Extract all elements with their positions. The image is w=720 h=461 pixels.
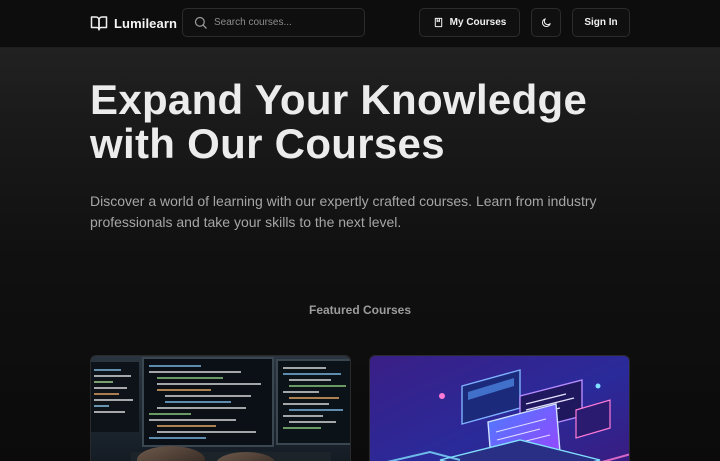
- bookmark-book-icon: [433, 17, 444, 28]
- theme-toggle-button[interactable]: [531, 8, 561, 37]
- search-input[interactable]: [214, 17, 354, 28]
- my-courses-button[interactable]: My Courses: [419, 8, 520, 37]
- open-book-icon: [90, 14, 108, 32]
- hero-subtitle: Discover a world of learning with our ex…: [90, 193, 597, 230]
- hero-title-line-2: with Our Courses: [90, 120, 445, 167]
- course-card[interactable]: [90, 355, 351, 461]
- brand-logo[interactable]: Lumilearn: [90, 13, 177, 33]
- search-box[interactable]: [182, 8, 365, 37]
- isometric-laptop-neon-image: [370, 356, 629, 461]
- hero-title-line-1: Expand Your Knowledge: [90, 76, 588, 123]
- my-courses-label: My Courses: [449, 17, 507, 28]
- featured-courses-heading: Featured Courses: [308, 303, 412, 317]
- top-navbar: Lumilearn My Courses: [0, 0, 720, 48]
- course-card[interactable]: [369, 355, 630, 461]
- code-on-monitors-image: [91, 356, 350, 461]
- page: Lumilearn My Courses: [0, 0, 720, 461]
- search-icon: [193, 15, 208, 30]
- sign-in-button[interactable]: Sign In: [572, 8, 630, 37]
- brand-name: Lumilearn: [114, 15, 178, 31]
- sign-in-label: Sign In: [584, 17, 618, 28]
- hero-title: Expand Your Knowledge with Our Courses: [90, 78, 690, 166]
- moon-icon: [541, 17, 552, 28]
